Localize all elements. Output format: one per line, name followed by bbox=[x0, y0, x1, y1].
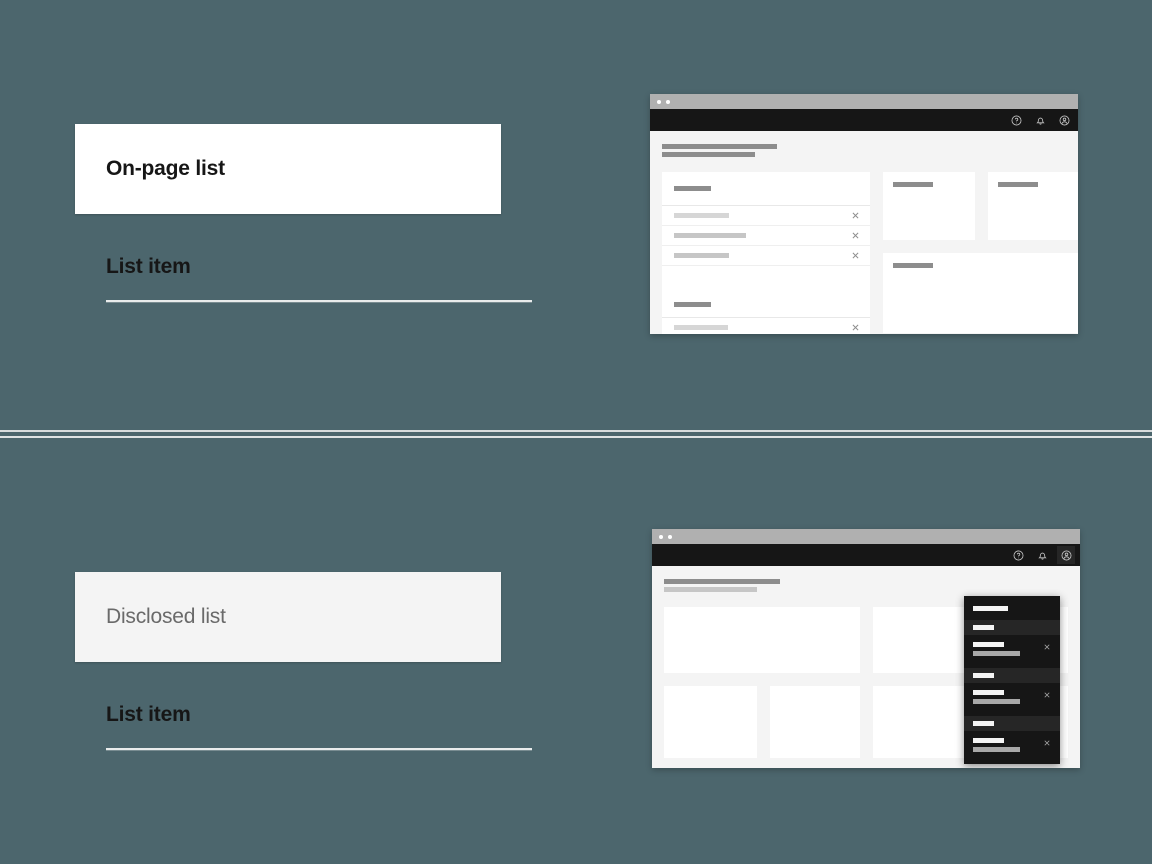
card-title-bar bbox=[893, 263, 933, 268]
help-icon[interactable] bbox=[1009, 546, 1027, 564]
on-page-list-panel bbox=[662, 172, 870, 334]
list-panel-row[interactable] bbox=[662, 246, 870, 266]
close-icon[interactable] bbox=[1043, 691, 1051, 699]
group-title-bar bbox=[674, 302, 711, 307]
item-primary-bar bbox=[973, 642, 1004, 647]
close-icon[interactable] bbox=[851, 323, 860, 332]
heading-bar-2 bbox=[664, 587, 757, 592]
content-card-wide[interactable] bbox=[883, 253, 1078, 333]
dropdown-section-label bbox=[964, 620, 1060, 635]
row-text-bar bbox=[674, 253, 729, 258]
list-panel-row[interactable] bbox=[662, 226, 870, 246]
card-row bbox=[883, 172, 1078, 240]
list-group-header bbox=[662, 266, 870, 318]
app-header-bar bbox=[650, 109, 1078, 131]
item-primary-bar bbox=[973, 738, 1004, 743]
user-avatar-icon[interactable] bbox=[1055, 111, 1073, 129]
content-tile[interactable] bbox=[664, 686, 757, 758]
section-disclosed-list: Disclosed list List item bbox=[0, 438, 1152, 864]
label-card-disclosed-list[interactable]: Disclosed list bbox=[75, 572, 501, 662]
card-title-bar bbox=[893, 182, 933, 187]
row-text-bar bbox=[674, 213, 729, 218]
dropdown-item[interactable] bbox=[964, 635, 1060, 668]
dropdown-header bbox=[964, 596, 1060, 620]
list-item-divider bbox=[106, 748, 532, 750]
list-item-on-page[interactable]: List item bbox=[75, 255, 532, 302]
item-secondary-bar bbox=[973, 699, 1020, 704]
content-grid bbox=[662, 172, 1078, 334]
browser-window-disclosed bbox=[652, 529, 1080, 768]
heading-bar-1 bbox=[664, 579, 780, 584]
label-card-title: On-page list bbox=[106, 157, 225, 180]
notification-bell-icon[interactable] bbox=[1033, 546, 1051, 564]
list-item-label: List item bbox=[106, 255, 191, 278]
content-tile[interactable] bbox=[770, 686, 860, 758]
section-title-bar bbox=[973, 673, 994, 678]
close-icon[interactable] bbox=[1043, 643, 1051, 651]
page-heading-skeleton bbox=[662, 144, 1066, 157]
label-column-on-page: On-page list List item bbox=[75, 124, 532, 302]
right-column bbox=[883, 172, 1078, 333]
item-secondary-bar bbox=[973, 651, 1020, 656]
page-heading-skeleton bbox=[664, 579, 1068, 592]
list-group-header bbox=[662, 172, 870, 206]
window-titlebar[interactable] bbox=[652, 529, 1080, 544]
label-card-title: Disclosed list bbox=[106, 605, 226, 628]
window-viewport bbox=[650, 131, 1078, 334]
dropdown-item[interactable] bbox=[964, 731, 1060, 764]
window-dot-1[interactable] bbox=[659, 534, 663, 539]
card-label bbox=[988, 172, 1078, 187]
heading-bar-1 bbox=[662, 144, 777, 149]
dropdown-section-label bbox=[964, 668, 1060, 683]
content-tile[interactable] bbox=[664, 607, 860, 673]
notification-bell-icon[interactable] bbox=[1031, 111, 1049, 129]
close-icon[interactable] bbox=[1043, 739, 1051, 747]
row-text-bar bbox=[674, 325, 728, 330]
section-title-bar bbox=[973, 625, 994, 630]
list-item-disclosed[interactable]: List item bbox=[75, 703, 532, 750]
close-icon[interactable] bbox=[851, 251, 860, 260]
card-label bbox=[883, 253, 1078, 268]
dropdown-item-text bbox=[973, 642, 1037, 660]
section-title-bar bbox=[973, 721, 994, 726]
list-item-label: List item bbox=[106, 703, 191, 726]
close-icon[interactable] bbox=[851, 231, 860, 240]
group-title-bar bbox=[674, 186, 711, 191]
content-card[interactable] bbox=[988, 172, 1078, 240]
window-titlebar[interactable] bbox=[650, 94, 1078, 109]
dropdown-item-text bbox=[973, 738, 1037, 756]
item-secondary-bar bbox=[973, 747, 1020, 752]
label-card-on-page-list[interactable]: On-page list bbox=[75, 124, 501, 214]
card-label bbox=[883, 172, 975, 187]
list-panel-row[interactable] bbox=[662, 318, 870, 334]
disclosed-dropdown-panel bbox=[964, 596, 1060, 764]
card-title-bar bbox=[998, 182, 1038, 187]
section-divider bbox=[0, 430, 1152, 438]
user-avatar-icon[interactable] bbox=[1057, 546, 1075, 564]
item-primary-bar bbox=[973, 690, 1004, 695]
section-on-page-list: On-page list List item bbox=[0, 0, 1152, 430]
window-dot-1[interactable] bbox=[657, 99, 661, 104]
close-icon[interactable] bbox=[851, 211, 860, 220]
dropdown-title-bar bbox=[973, 605, 1008, 611]
list-item-divider bbox=[106, 300, 532, 302]
window-viewport bbox=[652, 566, 1080, 768]
label-column-disclosed: Disclosed list List item bbox=[75, 572, 532, 750]
row-text-bar bbox=[674, 233, 746, 238]
dropdown-item-text bbox=[973, 690, 1037, 708]
window-dot-2[interactable] bbox=[666, 99, 670, 104]
app-header-bar bbox=[652, 544, 1080, 566]
heading-bar-2 bbox=[662, 152, 755, 157]
browser-window-on-page bbox=[650, 94, 1078, 334]
dropdown-section-label bbox=[964, 716, 1060, 731]
window-dot-2[interactable] bbox=[668, 534, 672, 539]
list-panel-row[interactable] bbox=[662, 206, 870, 226]
help-icon[interactable] bbox=[1007, 111, 1025, 129]
content-card[interactable] bbox=[883, 172, 975, 240]
dropdown-item[interactable] bbox=[964, 683, 1060, 716]
left-column bbox=[662, 172, 870, 334]
